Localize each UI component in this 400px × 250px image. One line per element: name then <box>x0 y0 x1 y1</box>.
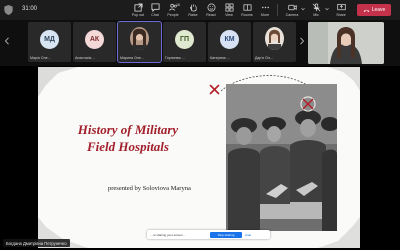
chat-icon <box>150 3 160 12</box>
camera-button[interactable]: Camera <box>281 2 303 19</box>
share-screen-icon <box>336 3 346 11</box>
red-x-mark-icon <box>209 84 220 95</box>
avatar: КМ <box>220 30 239 49</box>
camera-icon <box>287 4 297 11</box>
hide-link[interactable]: Hide <box>245 233 251 237</box>
avatar: МД <box>40 30 59 49</box>
scroll-right-button[interactable] <box>297 34 307 48</box>
participant-name: Дар'я Ол... <box>255 56 273 60</box>
stop-sharing-button[interactable]: Stop sharing <box>210 231 242 238</box>
share-notice-text: ... is sharing your screen ... <box>150 232 187 237</box>
soldiers-photo <box>226 84 337 231</box>
participant-tile[interactable]: ГП Горпинюк ... <box>163 22 206 62</box>
participant-name: Анастасія ... <box>75 56 96 60</box>
participant-tile[interactable]: Дар'я Ол... <box>253 22 296 62</box>
pop-out-icon <box>133 3 143 12</box>
self-view-video <box>308 22 384 64</box>
share-button[interactable]: Share <box>330 2 352 19</box>
participant-tile[interactable]: КМ Катерина ... <box>208 22 251 62</box>
presenter-name-label: Богдана Дмитрівна Петрунечко <box>3 239 70 247</box>
participant-name: Марія Оле... <box>30 56 51 60</box>
slide-subtitle: presented by Soloviova Maryna <box>108 185 191 192</box>
people-button[interactable]: People <box>162 2 184 19</box>
participant-tile[interactable]: АК Анастасія ... <box>73 22 116 62</box>
people-count-badge: 16 <box>176 3 180 7</box>
avatar: АК <box>85 30 104 49</box>
avatar: ГП <box>175 30 194 49</box>
scroll-left-button[interactable] <box>2 34 12 48</box>
participants-strip: МД Марія Оле... АК Анастасія ... Марина … <box>0 20 400 65</box>
avatar-photo <box>130 27 149 50</box>
chevron-down-icon[interactable] <box>325 7 329 11</box>
toolbar-divider <box>277 4 278 16</box>
participant-tile[interactable]: МД Марія Оле... <box>28 22 71 62</box>
mic-button[interactable]: Mic <box>305 2 327 19</box>
rooms-icon <box>243 4 251 11</box>
participant-name: Катерина ... <box>210 56 230 60</box>
hand-icon <box>189 4 197 12</box>
screen-share-notification: ... is sharing your screen ... Stop shar… <box>147 230 270 239</box>
avatar-photo <box>265 27 284 50</box>
meeting-timer: 31:00 <box>22 6 38 12</box>
presentation-slide: History of Military Field Hospitals pres… <box>38 67 360 248</box>
shield-icon <box>4 5 13 15</box>
slide-title: History of Military Field Hospitals <box>77 122 179 154</box>
participant-name: Горпинюк ... <box>165 56 185 60</box>
meeting-toolbar: 31:00 Pop out Chat People 16 Raise React… <box>0 0 400 20</box>
participant-tile-speaking[interactable]: Марина Оле... <box>117 21 162 63</box>
more-button[interactable]: More <box>254 2 276 19</box>
ellipsis-icon <box>261 6 269 9</box>
participant-name: Марина Оле... <box>120 56 144 60</box>
phone-icon <box>363 9 369 12</box>
smile-icon <box>207 3 215 12</box>
chevron-right-icon <box>300 37 305 45</box>
grid-icon <box>225 3 233 12</box>
leave-button[interactable]: Leave <box>357 4 391 16</box>
chevron-left-icon <box>4 37 9 45</box>
mic-off-icon <box>312 3 320 12</box>
